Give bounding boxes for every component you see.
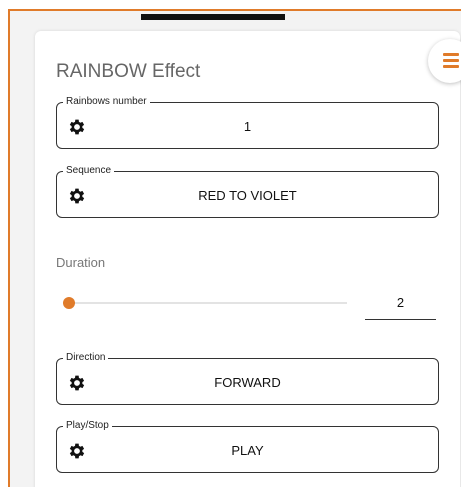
effect-panel: RAINBOW Effect Rainbows number 1 Sequenc… [35,31,460,487]
direction-value: FORWARD [214,375,281,390]
duration-slider[interactable] [63,296,347,310]
rainbows-number-select[interactable]: Rainbows number 1 [56,95,439,149]
app-frame: RAINBOW Effect Rainbows number 1 Sequenc… [8,9,461,487]
rainbows-number-label: Rainbows number [63,95,150,109]
sequence-value: RED TO VIOLET [198,188,297,203]
direction-label: Direction [63,351,109,365]
sequence-select[interactable]: Sequence RED TO VIOLET [56,164,439,218]
play-stop-label: Play/Stop [63,419,112,433]
hamburger-menu-icon [443,53,459,56]
panel-title: RAINBOW Effect [56,61,201,82]
slider-track [67,302,347,304]
sequence-label: Sequence [63,164,115,178]
duration-label: Duration [56,255,106,270]
duration-input[interactable] [365,286,436,320]
direction-select[interactable]: Direction FORWARD [56,351,439,405]
hamburger-menu-icon-bar [443,65,459,68]
slider-thumb[interactable] [63,297,75,309]
rainbows-number-value: 1 [243,119,252,134]
hamburger-menu-icon-bar [443,59,459,62]
play-stop-select[interactable]: Play/Stop PLAY [56,419,439,473]
top-drag-handle [141,14,285,20]
play-stop-value: PLAY [231,443,264,458]
